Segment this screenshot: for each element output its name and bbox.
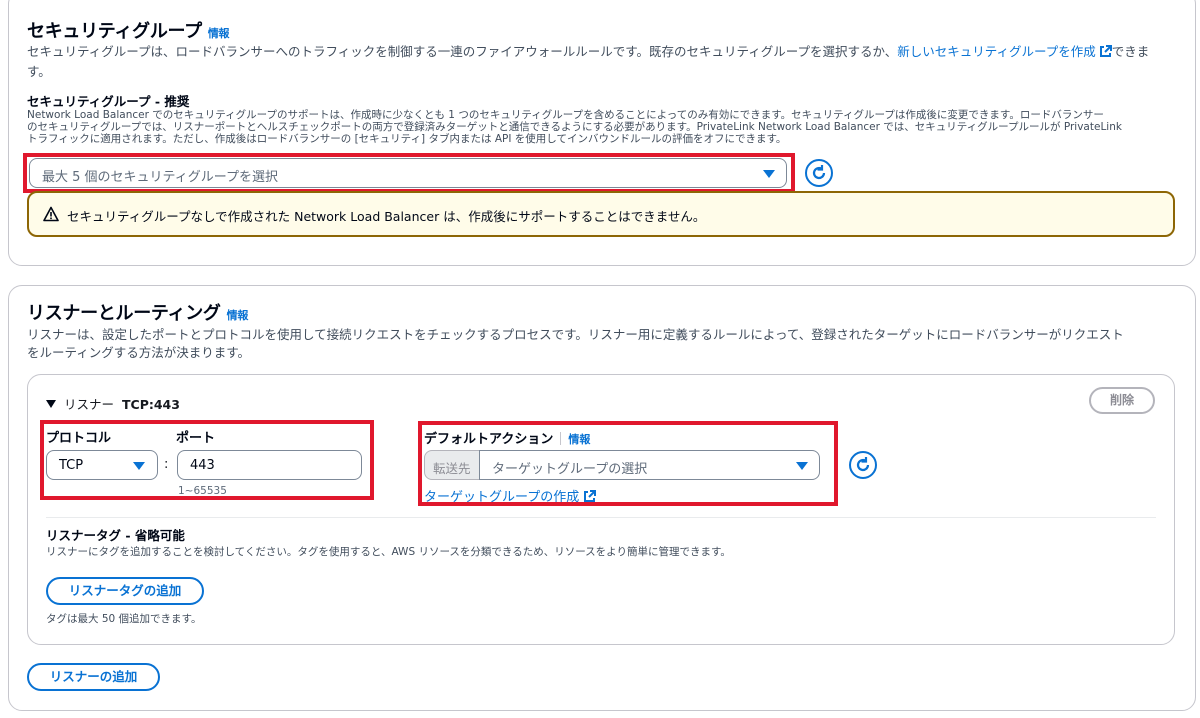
listeners-description: リスナーは、設定したポートとプロトコルを使用して接続リクエストをチェックするプロ…	[27, 327, 1124, 360]
listener-tags-description: リスナーにタグを追加することを検討してください。タグを使用すると、AWS リソー…	[46, 546, 731, 558]
highlight-security-group-select	[23, 153, 795, 193]
create-security-group-link[interactable]: 新しいセキュリティグループを作成	[897, 44, 1112, 59]
security-group-panel: セキュリティグループ 情報 セキュリティグループは、ロードバランサーへのトラフィッ…	[8, 0, 1196, 266]
remove-listener-button[interactable]: 削除	[1089, 387, 1155, 414]
expand-triangle-icon	[46, 400, 56, 408]
highlight-default-action	[418, 421, 838, 506]
add-listener-tag-button[interactable]: リスナータグの追加	[46, 577, 204, 605]
listeners-info-link[interactable]: 情報	[227, 309, 249, 322]
divider	[46, 517, 1156, 518]
warning-icon	[43, 206, 59, 226]
security-group-description: セキュリティグループは、ロードバランサーへのトラフィックを制御する一連のファイア…	[27, 44, 1150, 79]
listeners-title: リスナーとルーティング 情報	[27, 303, 249, 324]
security-group-title: セキュリティグループ 情報	[27, 21, 230, 42]
external-link-icon	[1099, 45, 1112, 63]
warning-alert: セキュリティグループなしで作成された Network Load Balancer…	[27, 191, 1175, 237]
listener-header[interactable]: リスナー TCP:443	[46, 394, 180, 413]
listener-tags-title: リスナータグ - 省略可能	[46, 528, 185, 543]
refresh-icon[interactable]	[849, 451, 877, 479]
highlight-protocol-port	[40, 420, 374, 500]
refresh-icon[interactable]	[805, 159, 833, 187]
listeners-panel: リスナーとルーティング 情報 リスナーは、設定したポートとプロトコルを使用して接続…	[8, 285, 1196, 711]
security-group-info-link[interactable]: 情報	[208, 27, 230, 40]
listener-container: リスナー TCP:443 削除 プロトコル ポート TCP : 443 1~65…	[27, 374, 1175, 645]
security-group-field-label: セキュリティグループ - 推奨	[27, 94, 190, 109]
security-group-field-help: Network Load Balancer でのセキュリティグループのサポートは…	[27, 109, 1122, 145]
add-listener-button[interactable]: リスナーの追加	[27, 663, 160, 691]
tags-limit-text: タグは最大 50 個追加できます。	[46, 613, 202, 625]
